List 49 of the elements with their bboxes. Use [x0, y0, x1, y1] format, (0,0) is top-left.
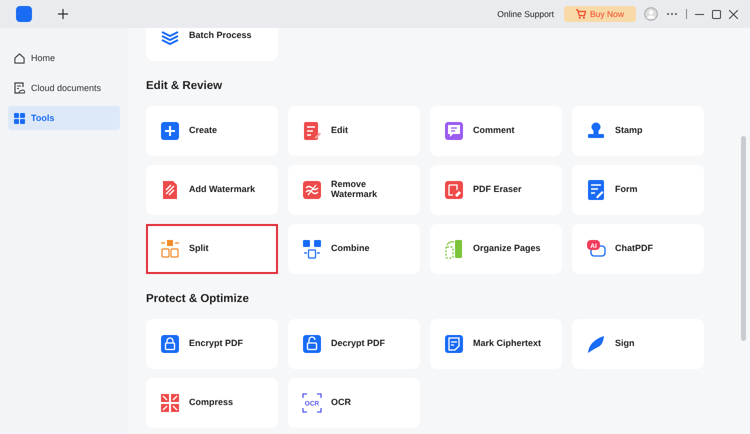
speech-bubble-icon: [444, 121, 464, 141]
tool-card[interactable]: Mark Ciphertext: [430, 319, 562, 369]
tool-card[interactable]: PDF Eraser: [430, 165, 562, 215]
waves-icon: [302, 180, 322, 200]
tool-card[interactable]: Edit: [288, 106, 420, 156]
sidebar-item[interactable]: Home: [8, 46, 120, 70]
close-icon[interactable]: [729, 10, 738, 18]
online-support-link[interactable]: Online Support: [497, 9, 554, 19]
plus-icon: [160, 121, 180, 141]
tool-card[interactable]: Split: [146, 224, 278, 274]
tool-card[interactable]: Decrypt PDF: [288, 319, 420, 369]
unlock-icon: [302, 334, 322, 354]
tool-card[interactable]: Create: [146, 106, 278, 156]
tool-card[interactable]: Batch Process: [146, 28, 278, 61]
tool-card[interactable]: Add Watermark: [146, 165, 278, 215]
more-icon[interactable]: [666, 12, 678, 16]
tool-card[interactable]: Remove Watermark: [288, 165, 420, 215]
section-heading: Edit & Review: [146, 80, 224, 92]
sidebar-item[interactable]: Tools: [8, 106, 120, 130]
tool-card[interactable]: Combine: [288, 224, 420, 274]
tool-card[interactable]: Organize Pages: [430, 224, 562, 274]
app-logo-icon: [16, 6, 32, 22]
home-icon: [14, 52, 25, 64]
compress-icon: [160, 393, 180, 413]
document-stripes-icon: [160, 180, 180, 200]
document-pencil-icon: [302, 121, 322, 141]
quill-icon: [586, 334, 606, 354]
eraser-icon: [444, 180, 464, 200]
tool-card[interactable]: Sign: [572, 319, 704, 369]
section-heading: Protect & Optimize: [146, 293, 250, 305]
document-mark-icon: [444, 334, 464, 354]
form-icon: [586, 180, 606, 200]
lock-icon: [160, 334, 180, 354]
maximize-icon[interactable]: [712, 10, 721, 18]
grid-icon: [14, 112, 25, 124]
sidebar-item[interactable]: Cloud documents: [8, 76, 120, 100]
scrollbar[interactable]: [741, 136, 746, 341]
split-icon: [160, 239, 180, 259]
document-cloud-icon: [14, 82, 25, 94]
tool-card[interactable]: Compress: [146, 378, 278, 428]
tool-card[interactable]: Stamp: [572, 106, 704, 156]
plus-icon[interactable]: [58, 9, 68, 19]
cart-icon: [576, 9, 586, 19]
tool-card[interactable]: Encrypt PDF: [146, 319, 278, 369]
tool-card[interactable]: Form: [572, 165, 704, 215]
stamp-icon: [586, 121, 606, 141]
pages-icon: [444, 239, 464, 259]
combine-icon: [302, 239, 322, 259]
tool-card[interactable]: Comment: [430, 106, 562, 156]
